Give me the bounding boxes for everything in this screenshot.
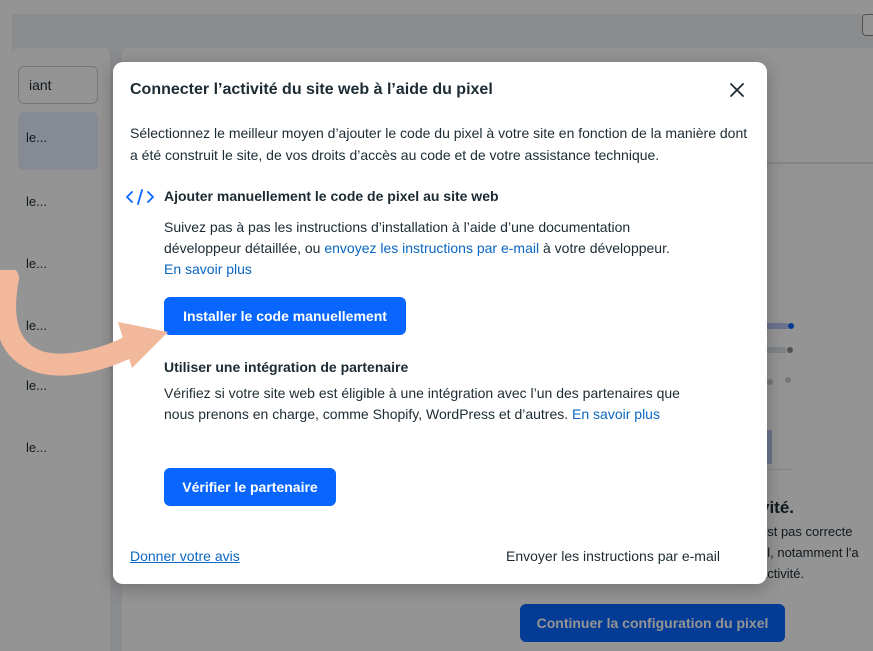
send-email-instructions-button[interactable]: Envoyer les instructions par e-mail bbox=[506, 548, 720, 564]
manual-option-title: Ajouter manuellement le code de pixel au… bbox=[164, 188, 499, 204]
close-icon bbox=[730, 83, 744, 97]
manual-desc-text: à votre développeur. bbox=[539, 240, 670, 256]
install-code-manually-button[interactable]: Installer le code manuellement bbox=[164, 297, 406, 335]
learn-more-link[interactable]: En savoir plus bbox=[572, 406, 660, 422]
manual-option-description: Suivez pas à pas les instructions d’inst… bbox=[164, 217, 704, 280]
dialog-title: Connecter l’activité du site web à l’aid… bbox=[130, 81, 493, 98]
email-instructions-link[interactable]: envoyez les instructions par e-mail bbox=[324, 240, 539, 256]
code-icon bbox=[126, 189, 154, 205]
close-button[interactable] bbox=[725, 78, 749, 102]
verify-partner-button[interactable]: Vérifier le partenaire bbox=[164, 468, 336, 506]
partner-option-description: Vérifiez si votre site web est éligible … bbox=[164, 383, 704, 425]
give-feedback-link[interactable]: Donner votre avis bbox=[130, 548, 240, 564]
annotation-arrow-icon bbox=[0, 270, 168, 376]
pixel-connect-dialog: Connecter l’activité du site web à l’aid… bbox=[113, 62, 767, 584]
dialog-description: Sélectionnez le meilleur moyen d’ajouter… bbox=[130, 125, 748, 163]
partner-option-title: Utiliser une intégration de partenaire bbox=[164, 359, 409, 375]
learn-more-link[interactable]: En savoir plus bbox=[164, 261, 252, 277]
